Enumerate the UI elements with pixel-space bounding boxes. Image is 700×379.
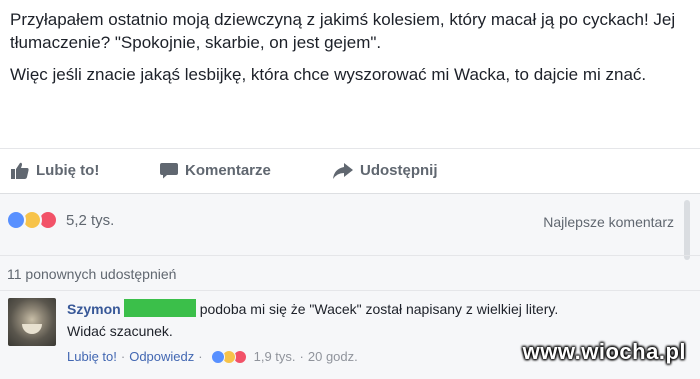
share-arrow-icon: [333, 162, 353, 179]
comment-button-label: Komentarze: [185, 162, 271, 179]
avatar[interactable]: [8, 298, 56, 346]
watermark: www.wiocha.pl: [522, 339, 686, 364]
post-text: Przyłapałem ostatnio moją dziewczyną z j…: [10, 8, 690, 95]
censor-box: [123, 299, 196, 317]
thumbs-up-icon: [11, 162, 29, 179]
like-icon: [6, 210, 26, 230]
divider: [0, 255, 700, 256]
comment-author[interactable]: Szymon: [67, 301, 121, 317]
comment-body: Szymon podoba mi się że "Wacek" został na…: [67, 298, 687, 342]
divider: [0, 290, 700, 291]
comment-reaction-count: 1,9 tys.: [253, 349, 296, 364]
comment-reactions[interactable]: [210, 349, 247, 364]
like-button-label: Lubię to!: [36, 162, 100, 179]
reaction-count: 5,2 tys.: [66, 211, 115, 229]
reply-link[interactable]: Odpowiedz: [129, 349, 194, 364]
post-actions-bar: Lubię to! Komentarze Udostępnij: [0, 148, 700, 192]
reactions-summary[interactable]: 5,2 tys.: [6, 208, 114, 232]
share-button[interactable]: Udostępnij: [333, 162, 438, 179]
comment-text-line2: Widać szacunek.: [67, 323, 173, 339]
like-button[interactable]: Lubię to!: [11, 162, 99, 179]
comment-icon: [160, 163, 178, 179]
comment-button[interactable]: Komentarze: [160, 162, 271, 179]
comment-like-link[interactable]: Lubię to!: [67, 349, 117, 364]
separator: ·: [198, 349, 203, 364]
scrollbar[interactable]: [684, 200, 690, 260]
comment-timestamp[interactable]: 20 godz.: [308, 349, 358, 364]
shares-link[interactable]: 11 ponownych udostępnień: [7, 266, 176, 282]
post-paragraph-1: Przyłapałem ostatnio moją dziewczyną z j…: [10, 10, 676, 52]
separator: ·: [120, 349, 126, 364]
post-paragraph-2: Więc jeśli znacie jakąś lesbijkę, która …: [10, 65, 647, 84]
separator: ·: [299, 349, 304, 364]
comment-meta: Lubię to! · Odpowiedz · 1,9 tys. · 20 go…: [67, 349, 358, 364]
like-icon: [210, 349, 225, 364]
comment-text-line1: podoba mi się że "Wacek" został napisany…: [199, 301, 559, 317]
comment-sort-dropdown[interactable]: Najlepsze komentarz: [543, 214, 674, 230]
share-button-label: Udostępnij: [360, 162, 438, 179]
